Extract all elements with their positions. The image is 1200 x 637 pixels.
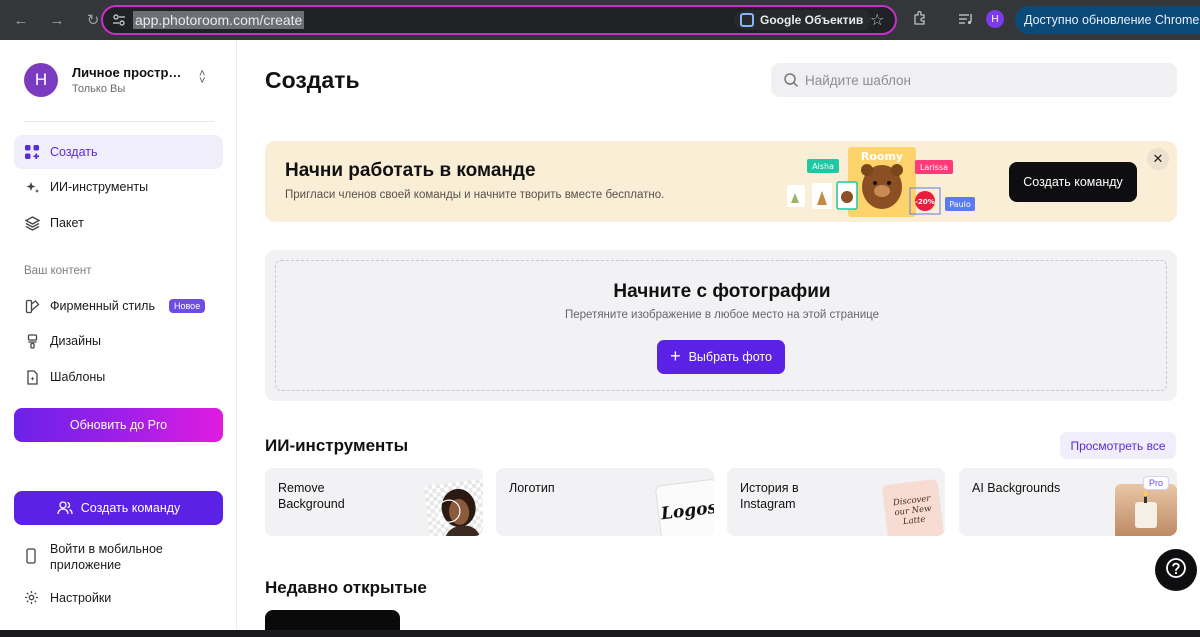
tool-card-ai-backgrounds[interactable]: AI Backgrounds Pro — [959, 468, 1177, 536]
extensions-icon[interactable] — [912, 10, 928, 26]
promo-title: Начни работать в команде — [285, 160, 536, 181]
sidebar-create-team-button[interactable]: Создать команду — [14, 491, 223, 525]
brush-icon — [24, 333, 40, 349]
upgrade-pro-button[interactable]: Обновить до Pro — [14, 408, 223, 442]
divider — [24, 121, 214, 122]
instagram-thumbnail-text: Discover our New Latte — [892, 493, 933, 528]
discount-tag: -20% — [915, 198, 935, 206]
ai-tools-heading: ИИ-инструменты — [265, 436, 409, 455]
instagram-story-thumbnail: Discover our New Latte — [881, 478, 945, 536]
lens-label: Google Объектив — [760, 13, 864, 27]
sidebar-item-settings[interactable]: Настройки — [24, 590, 111, 606]
browser-toolbar: ← → ↻ app.photoroom.com/create Google Об… — [0, 0, 1200, 40]
brand-kit-icon — [24, 298, 40, 314]
workspace-subtitle: Только Вы — [72, 83, 126, 95]
tool-card-label: Remove Background — [278, 481, 345, 511]
workspace-avatar: H — [24, 63, 58, 97]
url-text[interactable]: app.photoroom.com/create — [133, 11, 305, 29]
sparkle-icon — [24, 179, 40, 195]
tool-card-instagram-story[interactable]: История в Instagram Discover our New Lat… — [727, 468, 945, 536]
site-settings-icon[interactable] — [111, 12, 127, 28]
pro-badge: Pro — [1142, 476, 1169, 490]
sidebar-item-label: Шаблоны — [50, 370, 106, 384]
tool-card-label: Логотип — [509, 481, 555, 495]
lens-icon — [740, 13, 754, 27]
sidebar-item-templates[interactable]: Шаблоны — [14, 360, 223, 394]
logo-thumbnail-text: Logos — [659, 497, 714, 525]
google-lens-chip[interactable]: Google Объектив — [734, 10, 872, 30]
larissa-tag: Larissa — [920, 163, 948, 172]
layers-icon — [24, 215, 40, 231]
close-icon[interactable]: ✕ — [1147, 148, 1169, 170]
dropzone-title: Начните с фотографии — [613, 281, 831, 302]
chrome-update-button[interactable]: Доступно обновление Chrome — [1015, 6, 1200, 34]
team-collaboration-illustration: Roomy Aisha Larissa Paulo -20% — [785, 141, 985, 222]
promo-subtitle: Пригласи членов своей команды и начните … — [285, 189, 665, 201]
workspace-switcher[interactable]: H Личное пространство Только Вы — [24, 63, 184, 97]
sidebar-item-designs[interactable]: Дизайны — [14, 324, 223, 358]
help-button[interactable] — [1155, 549, 1197, 591]
phone-icon — [24, 548, 40, 564]
create-team-label: Создать команду — [80, 501, 181, 515]
paulo-tag: Paulo — [949, 200, 971, 209]
search-icon — [783, 72, 799, 88]
create-grid-icon — [24, 144, 40, 160]
sidebar-item-label: Создать — [50, 145, 98, 159]
ai-backgrounds-thumbnail — [1115, 484, 1177, 536]
recent-design-thumbnail[interactable] — [265, 610, 400, 630]
taskbar-strip — [0, 630, 1200, 637]
page-title: Создать — [265, 67, 360, 93]
sidebar: H Личное пространство Только Вы ˄˅ Созда… — [0, 40, 237, 630]
tool-card-logo[interactable]: Логотип Logos — [496, 468, 714, 536]
photo-dropzone[interactable]: Начните с фотографии Перетяните изображе… — [265, 250, 1177, 401]
sidebar-item-label: Пакет — [50, 216, 84, 230]
chevron-up-down-icon[interactable]: ˄ ˅ — [199, 69, 205, 87]
question-mark-icon — [1165, 557, 1187, 584]
tool-card-label: История в Instagram — [740, 481, 799, 511]
team-promo-banner: Начни работать в команде Пригласи членов… — [265, 141, 1177, 222]
sidebar-item-label: Дизайны — [50, 334, 102, 348]
sidebar-item-batch[interactable]: Пакет — [14, 206, 223, 240]
sidebar-item-label: ИИ-инструменты — [50, 180, 149, 194]
mobile-app-label: Войти в мобильное приложение — [50, 542, 163, 572]
template-search-input[interactable]: Найдите шаблон — [771, 63, 1177, 97]
browser-profile-avatar[interactable]: H — [986, 10, 1004, 28]
photoroom-page: H Личное пространство Только Вы ˄˅ Созда… — [0, 40, 1200, 630]
dropzone-subtitle: Перетяните изображение в любое место на … — [564, 309, 879, 321]
recent-heading: Недавно открытые — [265, 578, 427, 597]
media-controls-icon[interactable] — [958, 11, 974, 27]
search-placeholder: Найдите шаблон — [805, 72, 911, 88]
tool-card-label: AI Backgrounds — [972, 481, 1061, 495]
promo-create-team-button[interactable]: Создать команду — [1009, 162, 1137, 202]
select-photo-label: Выбрать фото — [688, 350, 772, 364]
new-badge: Новое — [169, 299, 206, 313]
tool-card-remove-background[interactable]: Remove Background — [265, 468, 483, 536]
content-section-label: Ваш контент — [24, 265, 92, 277]
back-icon[interactable]: ← — [10, 9, 32, 31]
settings-label: Настройки — [50, 591, 112, 605]
address-bar[interactable]: app.photoroom.com/create Google Объектив… — [101, 5, 897, 35]
forward-icon[interactable]: → — [46, 9, 68, 31]
sidebar-item-mobile-app[interactable]: Войти в мобильное приложение — [24, 541, 180, 573]
plus-icon: + — [670, 345, 681, 366]
select-photo-button[interactable]: + Выбрать фото — [657, 340, 785, 374]
users-icon — [57, 500, 73, 516]
dropzone-dashed-area[interactable]: Начните с фотографии Перетяните изображе… — [275, 260, 1167, 391]
view-all-button[interactable]: Просмотреть все — [1060, 432, 1176, 459]
workspace-name: Личное пространство — [72, 65, 184, 80]
sidebar-item-ai-tools[interactable]: ИИ-инструменты — [14, 170, 223, 204]
sidebar-item-create[interactable]: Создать — [14, 135, 223, 169]
roomy-tag: Roomy — [861, 150, 903, 163]
sidebar-item-brand-kit[interactable]: Фирменный стиль Новое — [14, 289, 223, 323]
sidebar-item-label: Фирменный стиль — [50, 299, 155, 313]
aisha-tag: Aisha — [812, 162, 834, 171]
gear-icon — [24, 590, 40, 606]
logo-thumbnail: Logos — [654, 478, 714, 536]
template-file-icon — [24, 369, 40, 385]
remove-bg-thumbnail — [423, 478, 483, 536]
bookmark-star-icon[interactable]: ☆ — [870, 10, 884, 30]
